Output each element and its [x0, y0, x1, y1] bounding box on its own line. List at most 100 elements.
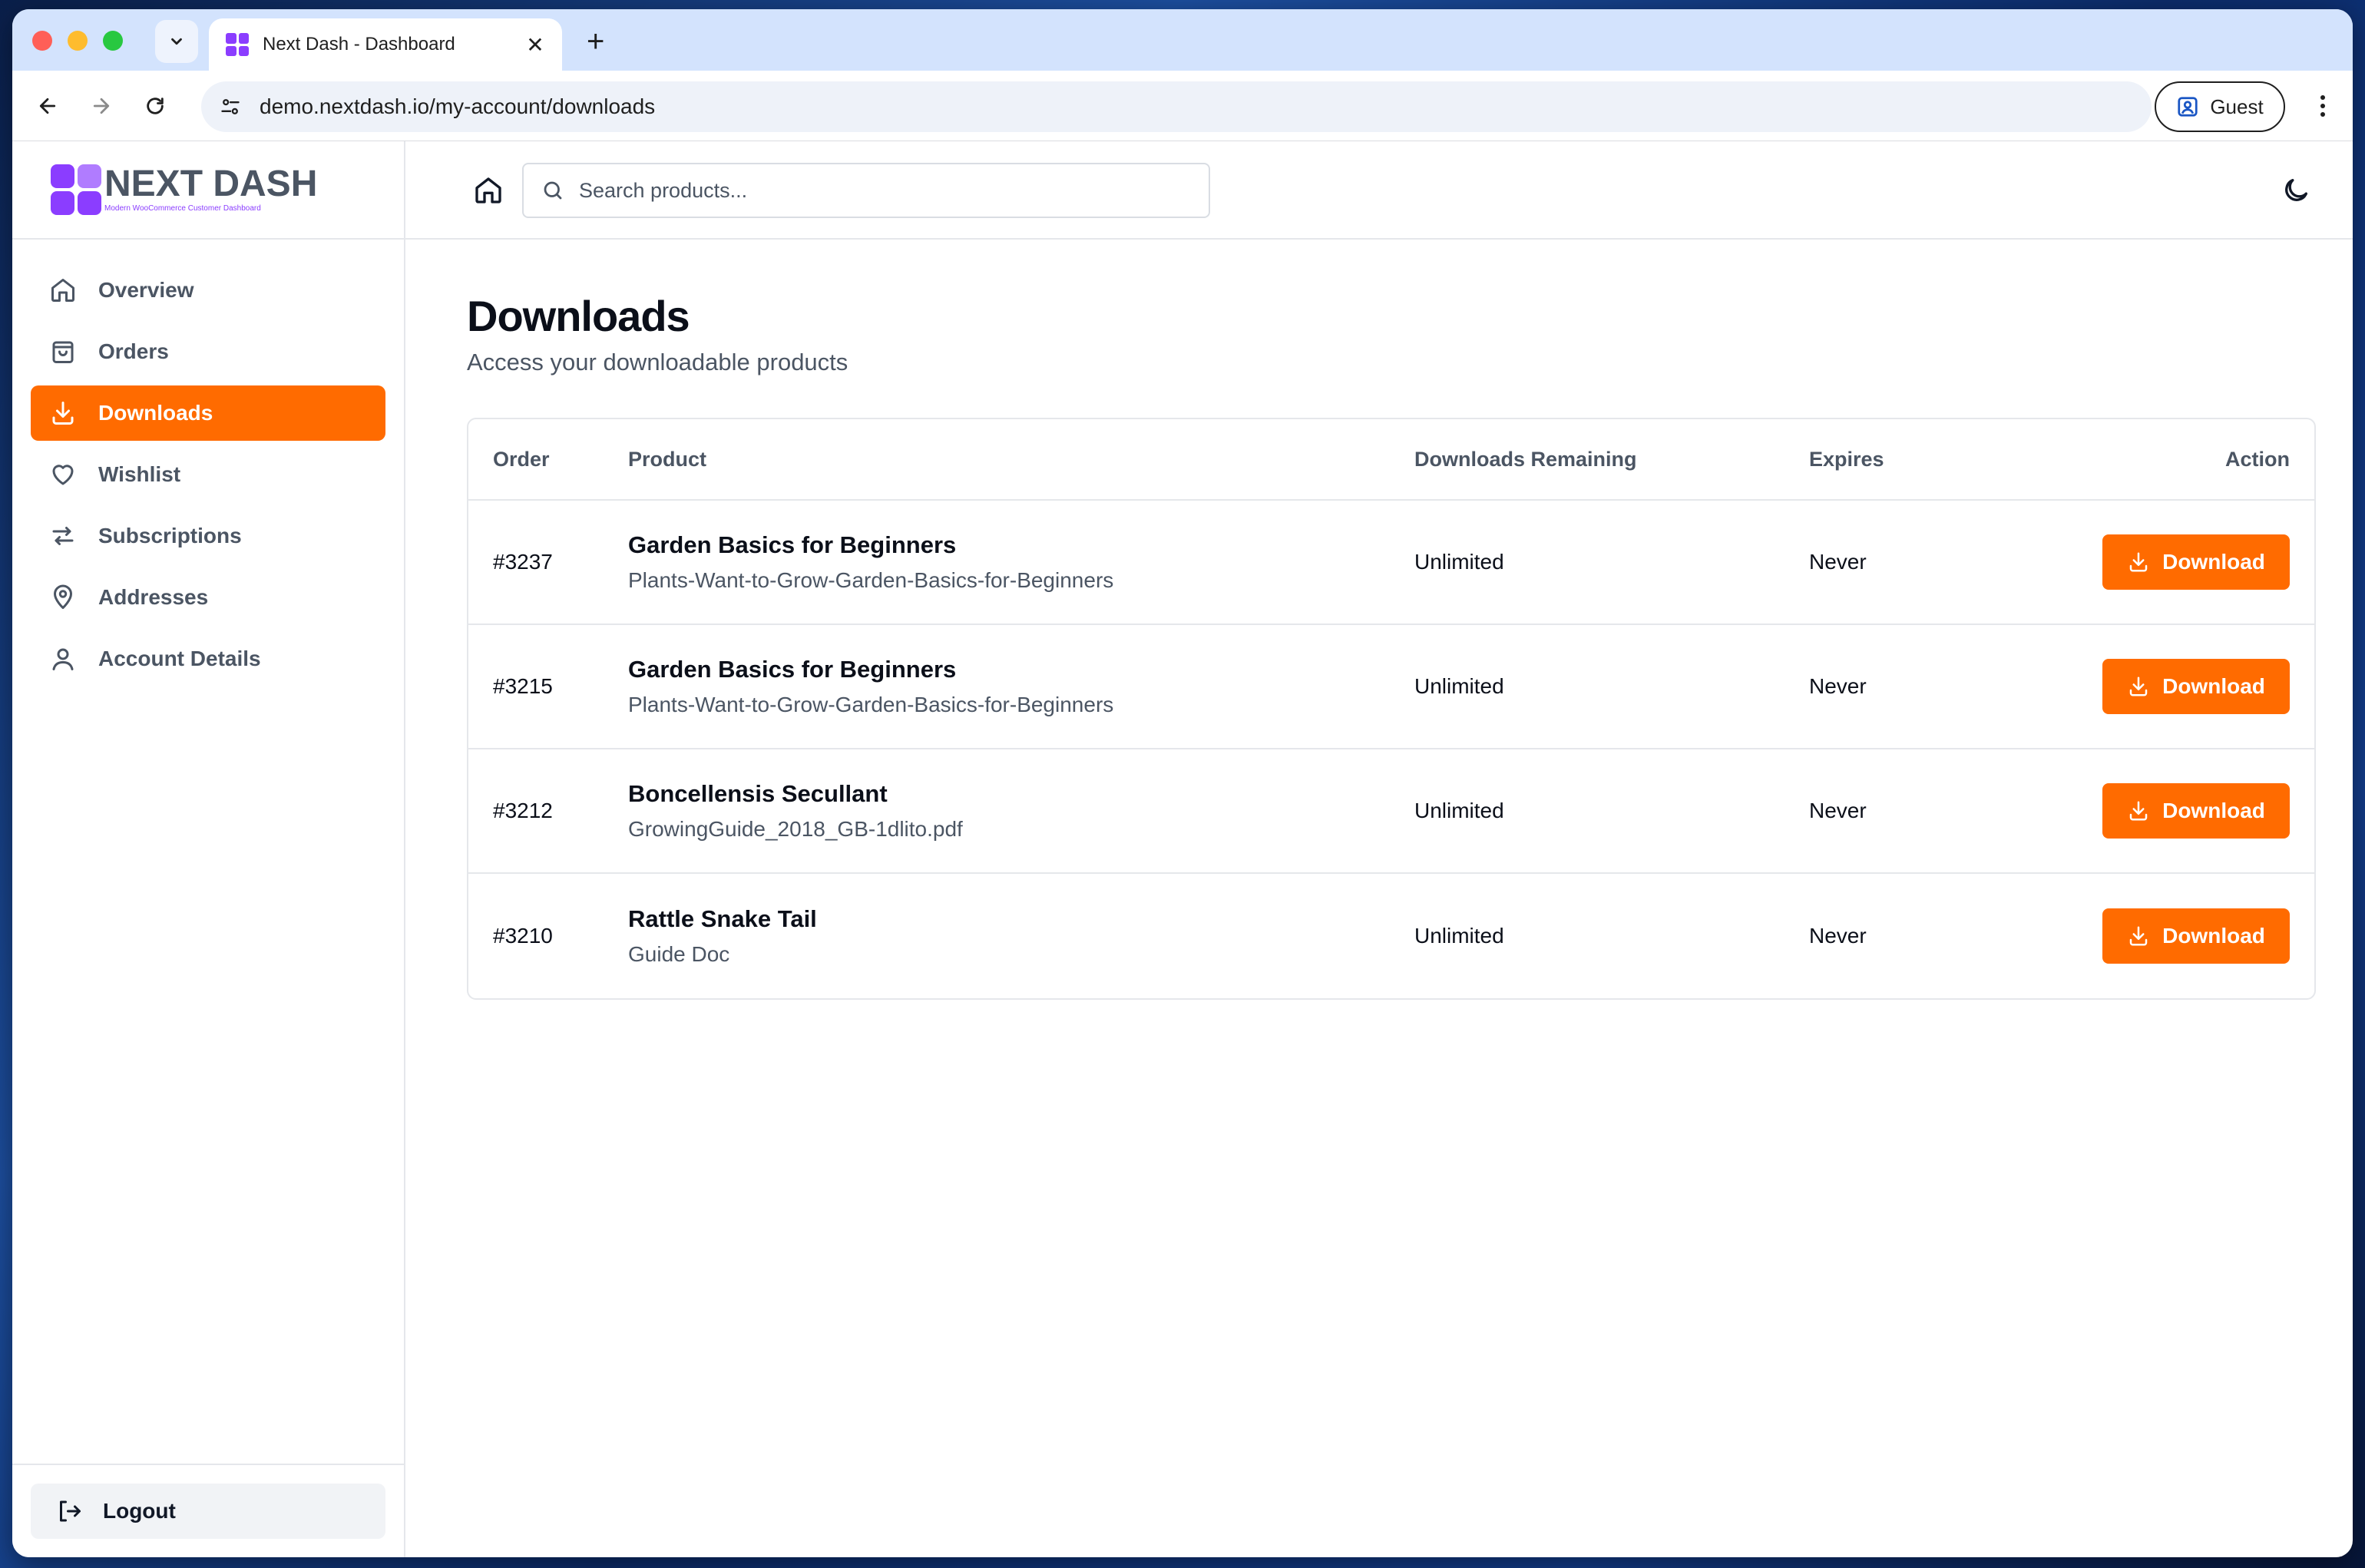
profile-button[interactable]: Guest: [2155, 81, 2285, 132]
order-number: #3210: [493, 924, 553, 948]
back-button[interactable]: [32, 91, 63, 121]
site-settings-icon[interactable]: [217, 93, 244, 121]
download-label: Download: [2162, 799, 2265, 822]
search-icon: [541, 178, 565, 203]
column-header-downloads-remaining: Downloads Remaining: [1414, 447, 1637, 471]
maximize-window-button[interactable]: [103, 31, 123, 51]
browser-window: Next Dash - Dashboard ✕ + demo.nextdash.…: [12, 9, 2353, 1557]
sidebar-item-addresses[interactable]: Addresses: [31, 570, 385, 625]
heart-icon: [48, 459, 78, 490]
expires: Never: [1809, 674, 1867, 698]
download-label: Download: [2162, 924, 2265, 948]
sidebar-nav: Overview Orders Downloads Wishlist Subsc…: [12, 240, 404, 686]
moon-icon: [2285, 179, 2307, 201]
expires: Never: [1809, 924, 1867, 948]
profile-icon: [2178, 97, 2198, 117]
minimize-window-button[interactable]: [68, 31, 88, 51]
favicon-icon: [226, 33, 249, 56]
file-name: Plants-Want-to-Grow-Garden-Basics-for-Be…: [628, 568, 1114, 592]
logo-icon: [51, 164, 101, 215]
tab-search-button[interactable]: [155, 20, 198, 63]
product-name: Garden Basics for Beginners: [628, 531, 957, 558]
expires: Never: [1809, 799, 1867, 822]
table-header: Order Product Downloads Remaining Expire…: [468, 419, 2314, 501]
map-pin-icon: [48, 582, 78, 613]
column-header-expires: Expires: [1809, 447, 1884, 471]
browser-tab[interactable]: Next Dash - Dashboard ✕: [209, 18, 562, 77]
expires: Never: [1809, 550, 1867, 574]
reload-icon: [147, 98, 164, 114]
sidebar-item-overview[interactable]: Overview: [31, 263, 385, 318]
sidebar-item-downloads[interactable]: Downloads: [31, 385, 385, 441]
tab-title: Next Dash - Dashboard: [263, 34, 455, 55]
sidebar: NEXT DASH Modern WooCommerce Customer Da…: [12, 141, 405, 1557]
download-label: Download: [2162, 674, 2265, 698]
forward-button[interactable]: [86, 91, 117, 121]
downloads-remaining: Unlimited: [1414, 799, 1504, 822]
download-button[interactable]: Download: [2102, 908, 2290, 964]
top-bar: [405, 141, 2353, 240]
download-icon: [48, 398, 78, 428]
sidebar-item-label: Account Details: [98, 647, 261, 670]
file-name: Plants-Want-to-Grow-Garden-Basics-for-Be…: [628, 693, 1114, 716]
profile-label: Guest: [2210, 94, 2264, 118]
home-icon: [475, 177, 501, 203]
page-subtitle: Access your downloadable products: [467, 349, 848, 375]
reload-button[interactable]: [140, 91, 170, 121]
sidebar-item-label: Wishlist: [98, 462, 181, 486]
sidebar-item-account-details[interactable]: Account Details: [31, 631, 385, 686]
tab-bar: Next Dash - Dashboard ✕ +: [12, 9, 2353, 77]
download-icon: [2129, 552, 2148, 572]
address-bar-row: demo.nextdash.io/my-account/downloads Gu…: [12, 71, 2353, 141]
theme-toggle-button[interactable]: [2281, 175, 2313, 207]
sidebar-item-label: Downloads: [98, 401, 213, 425]
url-text[interactable]: demo.nextdash.io/my-account/downloads: [260, 94, 655, 119]
url-bar[interactable]: demo.nextdash.io/my-account/downloads: [201, 81, 2152, 132]
download-button[interactable]: Download: [2102, 659, 2290, 714]
app: NEXT DASH Modern WooCommerce Customer Da…: [12, 141, 2353, 1557]
file-name: Guide Doc: [628, 942, 730, 966]
page-title: Downloads: [467, 292, 690, 340]
file-name: GrowingGuide_2018_GB-1dlito.pdf: [628, 817, 963, 841]
order-number: #3215: [493, 674, 553, 698]
column-header-order: Order: [493, 447, 550, 471]
home-button[interactable]: [473, 175, 505, 207]
column-header-action: Action: [2225, 447, 2290, 471]
sidebar-item-label: Overview: [98, 278, 194, 302]
table-row: #3237 Garden Basics for Beginners Plants…: [468, 501, 2314, 625]
search-box[interactable]: [522, 163, 1210, 218]
download-button[interactable]: Download: [2102, 783, 2290, 839]
sidebar-footer: Logout: [12, 1464, 404, 1557]
page-content: Downloads Access your downloadable produ…: [405, 240, 2353, 1000]
close-window-button[interactable]: [32, 31, 52, 51]
search-input[interactable]: [579, 178, 1193, 203]
sidebar-item-label: Orders: [98, 339, 169, 363]
logout-button[interactable]: Logout: [31, 1484, 385, 1539]
new-tab-button[interactable]: +: [587, 26, 604, 57]
sidebar-item-wishlist[interactable]: Wishlist: [31, 447, 385, 502]
browser-menu-button[interactable]: [2311, 91, 2334, 121]
brand-name: NEXT DASH: [104, 164, 318, 204]
order-number: #3237: [493, 550, 553, 574]
download-icon: [2129, 926, 2148, 946]
sidebar-item-label: Subscriptions: [98, 524, 242, 547]
arrow-right-icon: [93, 98, 110, 114]
download-label: Download: [2162, 550, 2265, 574]
brand-logo[interactable]: NEXT DASH Modern WooCommerce Customer Da…: [12, 141, 404, 240]
download-button[interactable]: Download: [2102, 534, 2290, 590]
order-number: #3212: [493, 799, 553, 822]
close-tab-icon[interactable]: ✕: [524, 32, 547, 58]
product-name: Rattle Snake Tail: [628, 905, 817, 932]
logout-label: Logout: [103, 1499, 176, 1523]
home-icon: [48, 275, 78, 306]
downloads-remaining: Unlimited: [1414, 924, 1504, 948]
user-icon: [48, 643, 78, 674]
sidebar-item-subscriptions[interactable]: Subscriptions: [31, 508, 385, 564]
repeat-icon: [48, 521, 78, 551]
download-icon: [2129, 676, 2148, 696]
table-row: #3210 Rattle Snake Tail Guide Doc Unlimi…: [468, 874, 2314, 998]
product-name: Garden Basics for Beginners: [628, 656, 957, 683]
brand-tagline: Modern WooCommerce Customer Dashboard: [104, 204, 261, 213]
product-name: Boncellensis Secullant: [628, 780, 888, 807]
sidebar-item-orders[interactable]: Orders: [31, 324, 385, 379]
